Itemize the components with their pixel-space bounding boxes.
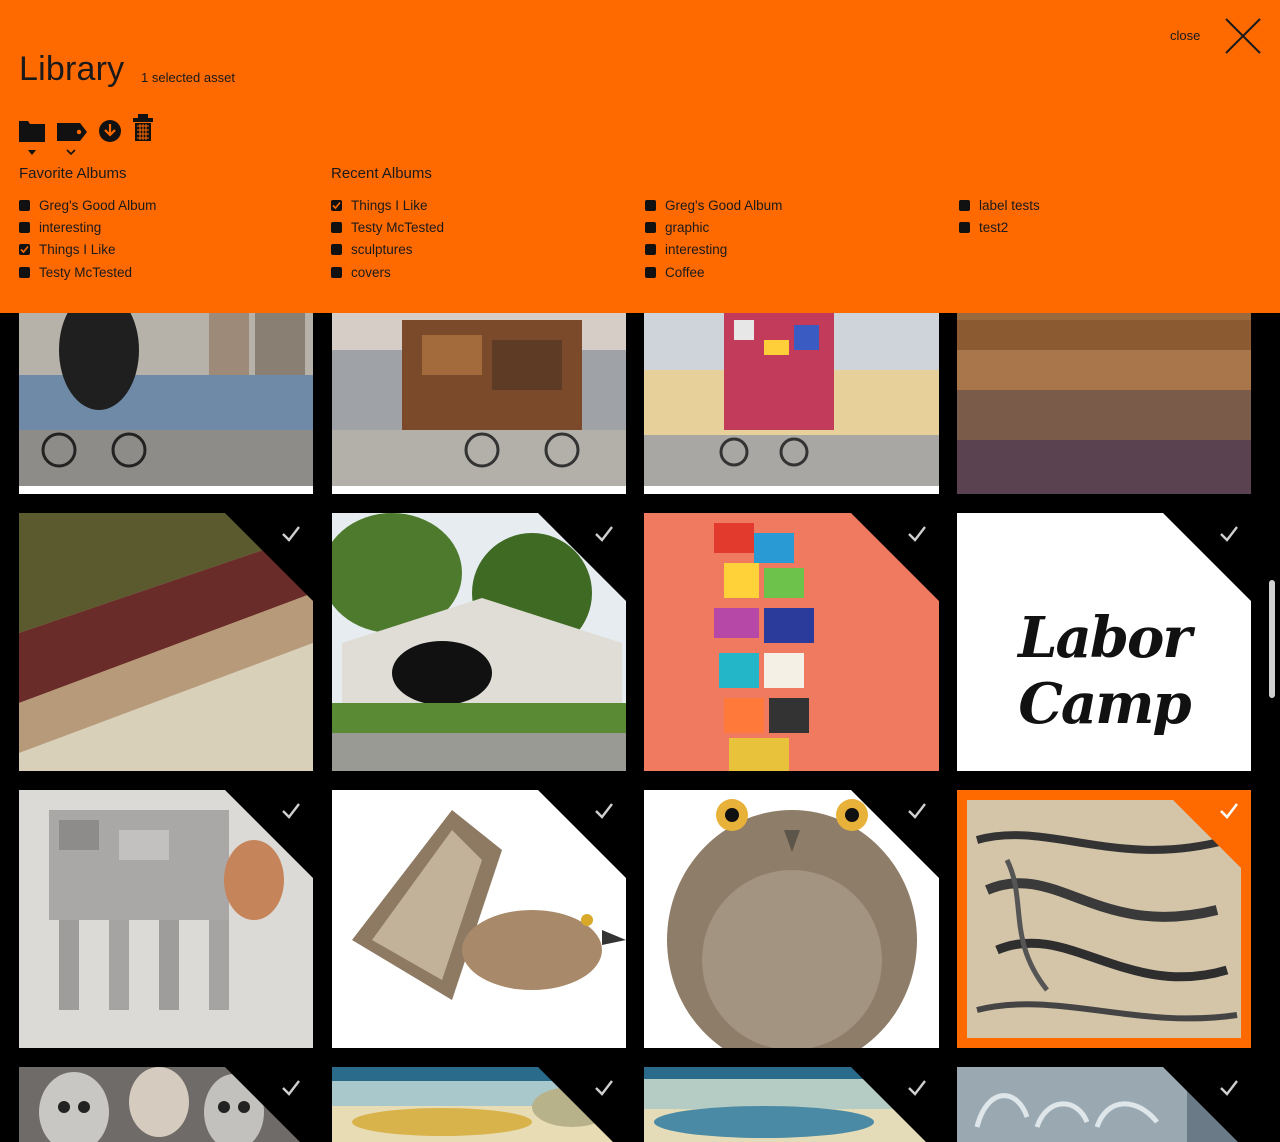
library-panel: Library 1 selected asset close Favorite … <box>0 0 1280 313</box>
checkbox[interactable] <box>959 222 970 234</box>
asset-tile[interactable] <box>957 1067 1251 1142</box>
trash-icon[interactable] <box>132 114 154 142</box>
checkmark-icon[interactable] <box>907 525 927 543</box>
checkbox[interactable] <box>645 222 656 234</box>
album-item[interactable]: Testy McTested <box>331 216 444 238</box>
album-item[interactable]: label tests <box>959 194 1040 216</box>
download-icon[interactable] <box>98 119 122 143</box>
album-item[interactable]: covers <box>331 261 444 283</box>
album-item[interactable]: interesting <box>19 216 156 238</box>
album-item[interactable]: sculptures <box>331 239 444 261</box>
page-title: Library <box>19 50 125 88</box>
labor-camp-logo: Labor Camp <box>1018 605 1192 737</box>
album-label: Testy McTested <box>39 264 133 280</box>
recent-albums-list-2: Greg's Good Album graphic interesting Co… <box>645 194 782 284</box>
asset-tile[interactable] <box>19 790 313 1048</box>
asset-tile-selected[interactable] <box>957 790 1251 1048</box>
tag-icon[interactable] <box>55 118 89 158</box>
close-link[interactable]: close <box>1170 28 1200 43</box>
asset-tile[interactable] <box>332 513 626 771</box>
checkbox[interactable] <box>331 266 342 278</box>
asset-tile[interactable] <box>644 1067 939 1142</box>
album-label: interesting <box>665 242 728 258</box>
album-item[interactable]: Greg's Good Album <box>19 194 156 216</box>
album-label: Things I Like <box>351 197 428 213</box>
album-item[interactable]: Things I Like <box>331 194 444 216</box>
album-item[interactable]: test2 <box>959 216 1040 238</box>
asset-tile[interactable] <box>332 1067 626 1142</box>
album-label: label tests <box>979 197 1040 213</box>
checkmark-icon[interactable] <box>1219 1079 1239 1097</box>
album-label: test2 <box>979 220 1009 236</box>
checkmark-icon <box>20 246 29 254</box>
album-label: covers <box>351 264 391 280</box>
checkbox[interactable] <box>19 266 30 278</box>
checkmark-icon <box>332 201 341 209</box>
asset-tile[interactable] <box>644 513 939 771</box>
asset-tile[interactable] <box>332 790 626 1048</box>
scrollbar-thumb[interactable] <box>1269 580 1275 698</box>
album-label: Things I Like <box>39 242 116 258</box>
album-item[interactable]: interesting <box>645 239 782 261</box>
checkbox[interactable] <box>959 199 970 211</box>
checkbox[interactable] <box>331 222 342 234</box>
checkmark-icon[interactable] <box>594 802 614 820</box>
asset-image-frame <box>967 800 1241 1038</box>
album-label: Greg's Good Album <box>665 197 783 213</box>
checkmark-icon[interactable] <box>907 802 927 820</box>
album-label: graphic <box>665 220 710 236</box>
album-label: interesting <box>39 220 102 236</box>
checkmark-icon[interactable] <box>1219 802 1239 820</box>
album-label: Greg's Good Album <box>39 197 157 213</box>
checkmark-icon[interactable] <box>594 1079 614 1097</box>
folder-icon[interactable] <box>18 118 46 158</box>
favorite-albums-list: Greg's Good Album interesting Things I L… <box>19 194 156 284</box>
album-item[interactable]: Greg's Good Album <box>645 194 782 216</box>
checkmark-icon[interactable] <box>281 1079 301 1097</box>
album-item[interactable]: Coffee <box>645 261 782 283</box>
checkmark-icon[interactable] <box>594 525 614 543</box>
album-item[interactable]: Things I Like <box>19 239 156 261</box>
checkmark-icon[interactable] <box>907 1079 927 1097</box>
checkbox-checked[interactable] <box>19 244 30 256</box>
asset-tile[interactable]: Labor Camp <box>957 513 1251 771</box>
checkbox-checked[interactable] <box>331 199 342 211</box>
checkmark-icon[interactable] <box>281 802 301 820</box>
album-label: Coffee <box>665 264 705 280</box>
close-icon[interactable] <box>1224 17 1262 55</box>
checkmark-icon[interactable] <box>281 525 301 543</box>
recent-albums-list-3: label tests test2 <box>959 194 1040 239</box>
asset-tile[interactable] <box>644 790 939 1048</box>
checkbox[interactable] <box>645 199 656 211</box>
album-item[interactable]: Testy McTested <box>19 261 156 283</box>
checkbox[interactable] <box>331 244 342 256</box>
recent-albums-heading: Recent Albums <box>331 165 432 182</box>
asset-tile[interactable] <box>19 513 313 771</box>
album-label: Testy McTested <box>351 220 445 236</box>
checkbox[interactable] <box>19 199 30 211</box>
checkbox[interactable] <box>19 222 30 234</box>
asset-tile[interactable] <box>19 1067 313 1142</box>
favorite-albums-heading: Favorite Albums <box>19 165 127 182</box>
recent-albums-list: Things I Like Testy McTested sculptures … <box>331 194 444 284</box>
album-label: sculptures <box>351 242 413 258</box>
checkmark-icon[interactable] <box>1219 525 1239 543</box>
checkbox[interactable] <box>645 266 656 278</box>
album-item[interactable]: graphic <box>645 216 782 238</box>
selection-count: 1 selected asset <box>141 70 235 85</box>
checkbox[interactable] <box>645 244 656 256</box>
asset-image <box>967 800 1241 1038</box>
